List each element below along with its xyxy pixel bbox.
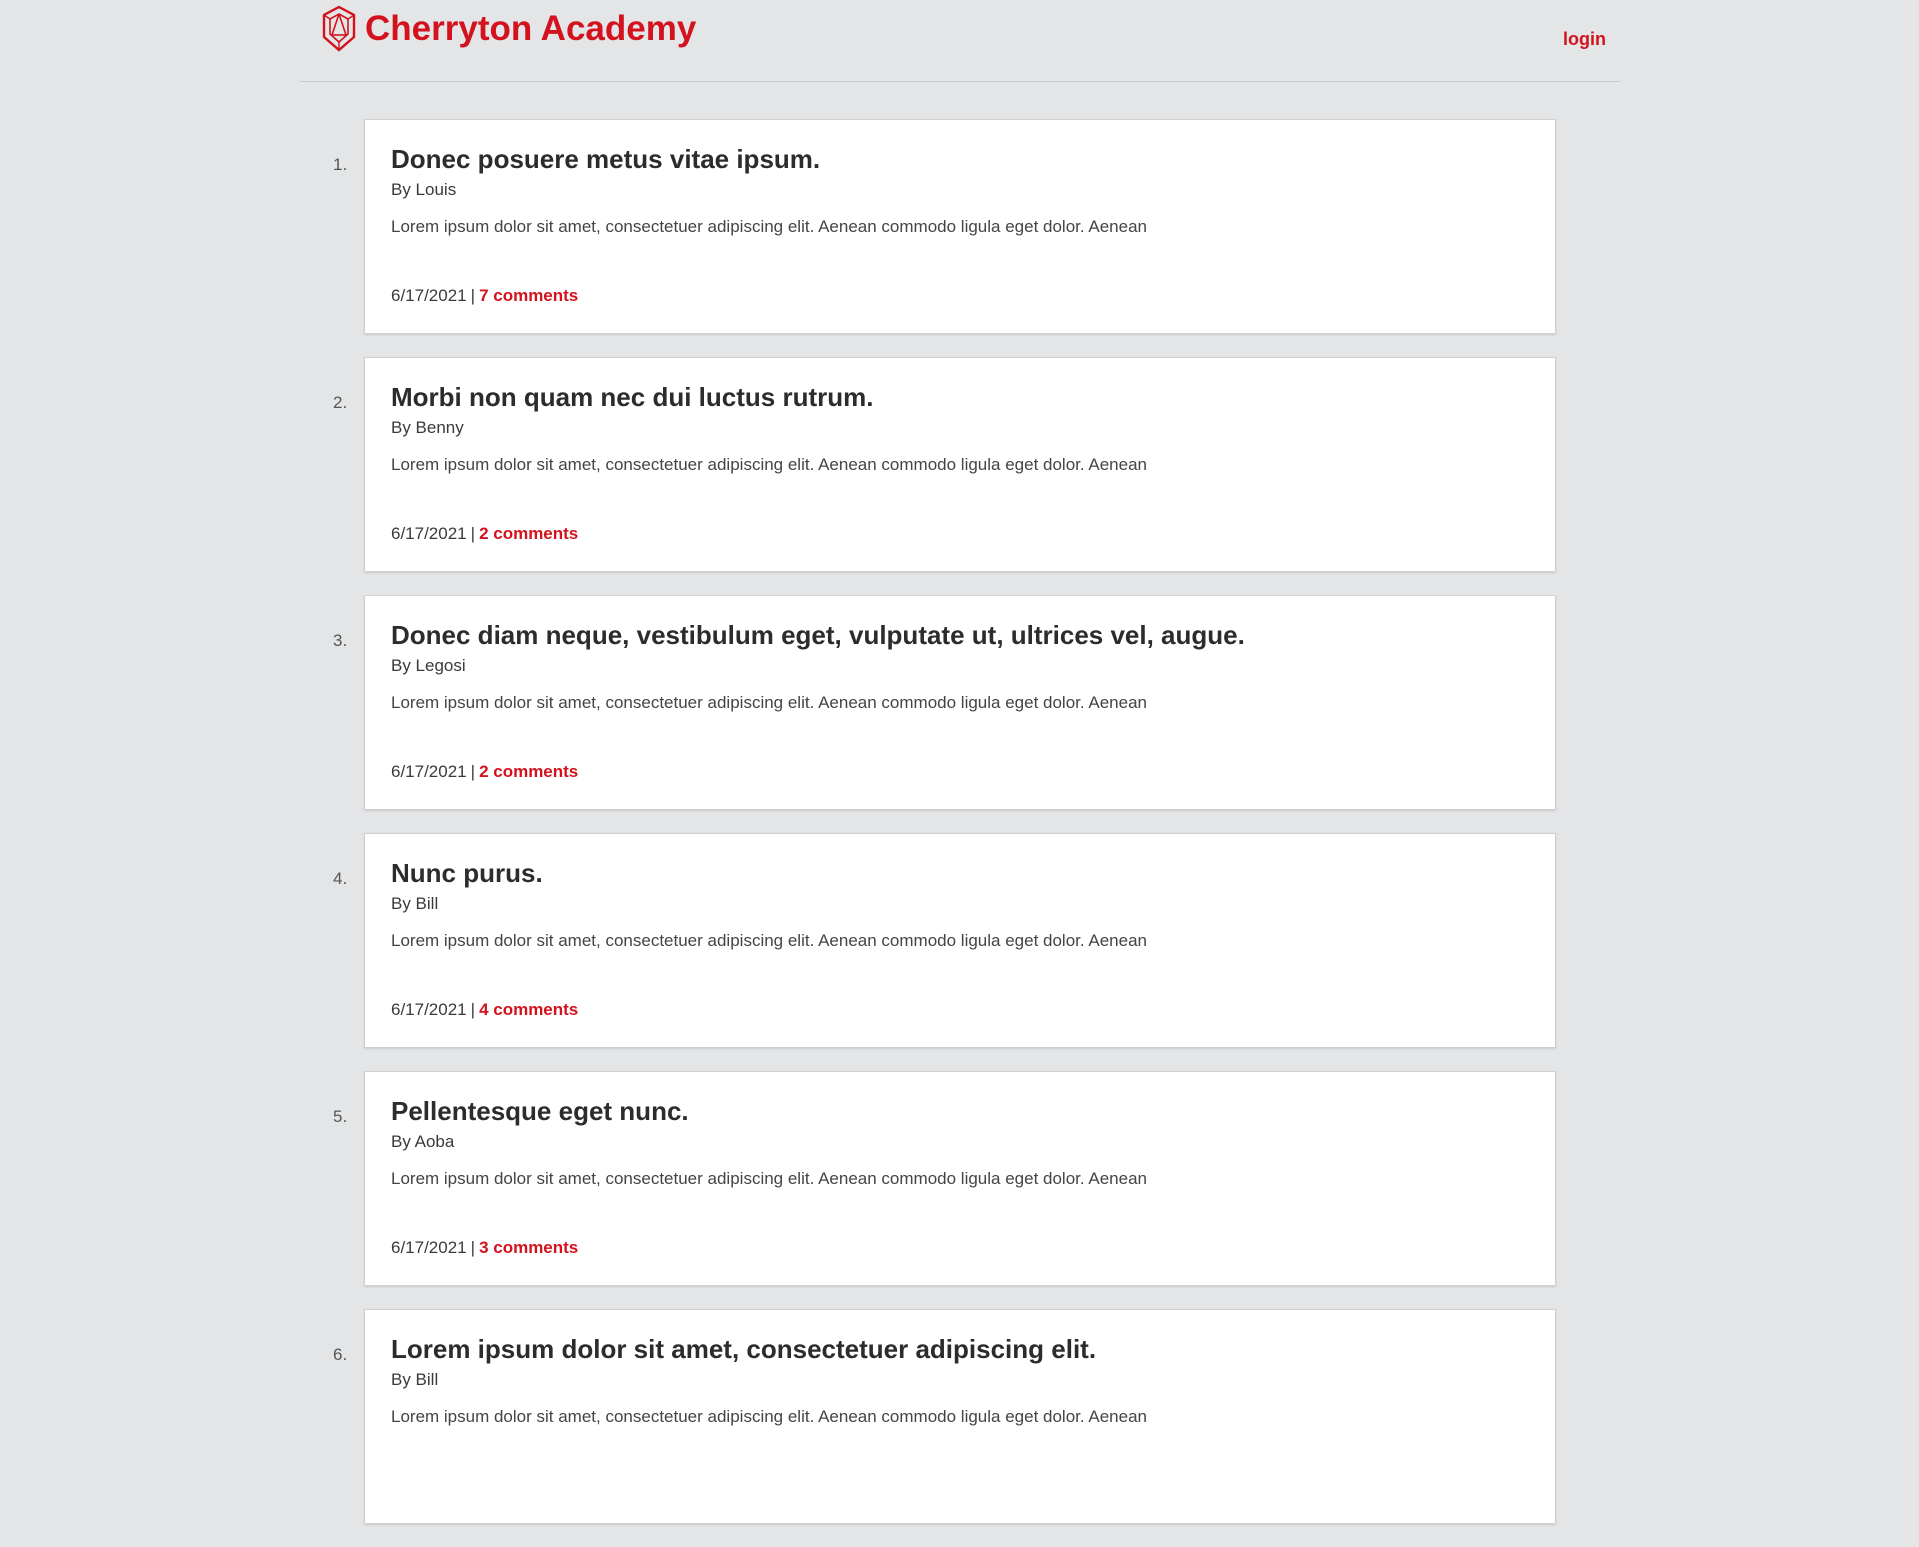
meta-separator: | [470,762,476,781]
post-excerpt: Lorem ipsum dolor sit amet, consectetuer… [391,931,1148,950]
site-header: Cherryton Academy login [300,0,1620,82]
post-card: 6. Lorem ipsum dolor sit amet, consectet… [333,1309,1556,1524]
comments-link[interactable]: 2 comments [479,762,578,781]
post-title[interactable]: Donec diam neque, vestibulum eget, vulpu… [391,620,1245,651]
post-author: By Legosi [391,656,466,675]
post-index: 4. [333,869,348,888]
post-excerpt: Lorem ipsum dolor sit amet, consectetuer… [391,455,1148,474]
meta-separator: | [470,286,476,305]
meta-separator: | [470,524,476,543]
post-index: 2. [333,393,348,412]
post-author: By Bill [391,1370,439,1389]
brand-home-link[interactable]: Cherryton Academy [321,5,696,52]
post-date: 6/17/2021 [391,524,467,543]
post-title[interactable]: Nunc purus. [391,858,543,889]
post-date: 6/17/2021 [391,762,467,781]
post-meta: 6/17/2021 | 4 comments [391,1000,578,1020]
post-index: 6. [333,1345,348,1364]
post-card: 2. Morbi non quam nec dui luctus rutrum.… [333,357,1556,572]
post-index: 3. [333,631,348,650]
post-date: 6/17/2021 [391,1000,467,1019]
comments-link[interactable]: 7 comments [479,286,578,305]
post-index: 5. [333,1107,348,1126]
meta-separator: | [470,1238,476,1257]
post-card: 3. Donec diam neque, vestibulum eget, vu… [333,595,1556,810]
post-card: 4. Nunc purus. By Bill Lorem ipsum dolor… [333,833,1556,1048]
post-list: 1. Donec posuere metus vitae ipsum. By L… [333,119,1556,1547]
post-author: By Bill [391,894,439,913]
comments-link[interactable]: 2 comments [479,524,578,543]
login-link[interactable]: login [1563,29,1606,50]
post-title[interactable]: Donec posuere metus vitae ipsum. [391,144,820,175]
post-excerpt: Lorem ipsum dolor sit amet, consectetuer… [391,1407,1148,1426]
comments-link[interactable]: 4 comments [479,1000,578,1019]
post-author: By Aoba [391,1132,455,1151]
post-meta: 6/17/2021 | 7 comments [391,286,578,306]
shield-crest-icon [321,5,357,52]
post-excerpt: Lorem ipsum dolor sit amet, consectetuer… [391,217,1148,236]
post-excerpt: Lorem ipsum dolor sit amet, consectetuer… [391,693,1148,712]
post-date: 6/17/2021 [391,1238,467,1257]
post-index: 1. [333,155,348,174]
post-author: By Benny [391,418,464,437]
post-meta [391,1476,399,1496]
meta-separator: | [470,1000,476,1019]
post-meta: 6/17/2021 | 3 comments [391,1238,578,1258]
post-excerpt: Lorem ipsum dolor sit amet, consectetuer… [391,1169,1148,1188]
post-card: 1. Donec posuere metus vitae ipsum. By L… [333,119,1556,334]
post-title[interactable]: Morbi non quam nec dui luctus rutrum. [391,382,873,413]
post-title[interactable]: Pellentesque eget nunc. [391,1096,689,1127]
post-meta: 6/17/2021 | 2 comments [391,762,578,782]
post-title[interactable]: Lorem ipsum dolor sit amet, consectetuer… [391,1334,1096,1365]
post-date: 6/17/2021 [391,286,467,305]
brand-name: Cherryton Academy [365,8,697,48]
post-author: By Louis [391,180,457,199]
post-meta: 6/17/2021 | 2 comments [391,524,578,544]
comments-link[interactable]: 3 comments [479,1238,578,1257]
post-card: 5. Pellentesque eget nunc. By Aoba Lorem… [333,1071,1556,1286]
